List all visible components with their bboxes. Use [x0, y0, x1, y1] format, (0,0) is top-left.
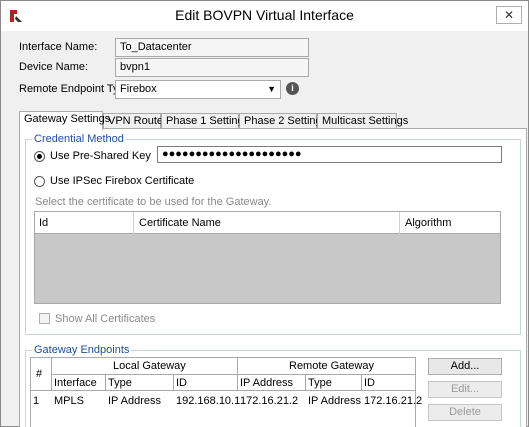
row-remote-id: 172.16.21.2	[364, 395, 423, 407]
delete-endpoint-button[interactable]: Delete	[428, 404, 502, 421]
column-remote-type[interactable]: Type	[308, 377, 332, 389]
chevron-down-icon: ▼	[267, 84, 276, 94]
gateway-endpoints-group: Gateway Endpoints # Local Gateway Remote…	[25, 344, 521, 427]
credential-method-group: Credential Method Use Pre-Shared Key ●●●…	[25, 133, 521, 335]
column-divider	[237, 358, 238, 390]
add-endpoint-button[interactable]: Add...	[428, 358, 502, 375]
close-button[interactable]: ✕	[496, 6, 522, 24]
column-number[interactable]: #	[36, 368, 42, 380]
row-number: 1	[33, 395, 40, 407]
interface-name-field[interactable]: To_Datacenter	[115, 38, 309, 57]
local-gateway-header: Local Gateway	[113, 360, 186, 372]
gateway-endpoints-table[interactable]: # Local Gateway Remote Gateway Interface…	[30, 357, 422, 427]
certificate-table[interactable]: Id Certificate Name Algorithm	[34, 211, 501, 304]
column-divider	[173, 374, 174, 390]
remote-endpoint-type-select[interactable]: Firebox ▼	[115, 80, 281, 99]
certificate-table-header: Id Certificate Name Algorithm	[35, 212, 500, 234]
use-cert-label[interactable]: Use IPSec Firebox Certificate	[50, 175, 194, 187]
show-all-certificates-checkbox[interactable]	[39, 313, 50, 324]
column-local-id[interactable]: ID	[176, 377, 187, 389]
column-certificate-name[interactable]: Certificate Name	[139, 217, 221, 229]
use-cert-radio[interactable]	[34, 176, 45, 187]
close-icon: ✕	[503, 8, 515, 22]
remote-gateway-header: Remote Gateway	[289, 360, 374, 372]
cert-hint-text: Select the certificate to be used for th…	[35, 196, 272, 208]
row-local-type: IP Address	[108, 395, 161, 407]
row-remote-type: IP Address	[308, 395, 361, 407]
gateway-endpoints-title: Gateway Endpoints	[32, 344, 132, 356]
edit-bovpn-dialog: Edit BOVPN Virtual Interface ✕ Interface…	[0, 0, 529, 427]
column-divider	[133, 212, 134, 234]
credential-method-title: Credential Method	[32, 133, 126, 145]
column-divider	[305, 374, 306, 390]
column-divider	[361, 374, 362, 390]
tab-multicast-settings[interactable]: Multicast Settings	[317, 113, 408, 129]
column-remote-ip-address[interactable]: IP Address	[240, 377, 293, 389]
window-title: Edit BOVPN Virtual Interface	[175, 7, 354, 23]
column-algorithm[interactable]: Algorithm	[405, 217, 451, 229]
use-psk-label[interactable]: Use Pre-Shared Key	[50, 150, 151, 162]
interface-name-label: Interface Name:	[19, 41, 98, 53]
tab-gateway-settings[interactable]: Gateway Settings	[19, 111, 110, 130]
pre-shared-key-input[interactable]: ●●●●●●●●●●●●●●●●●●●●●	[157, 146, 502, 163]
edit-endpoint-button[interactable]: Edit...	[428, 381, 502, 398]
header-divider	[31, 390, 416, 391]
tab-phase1-settings[interactable]: Phase 1 Settings	[161, 113, 249, 129]
device-name-field[interactable]: bvpn1	[115, 58, 309, 77]
column-divider	[51, 358, 52, 390]
tab-phase2-settings[interactable]: Phase 2 Settings	[239, 113, 327, 129]
column-local-type[interactable]: Type	[108, 377, 132, 389]
row-remote-ip-address: 172.16.21.2	[240, 395, 299, 407]
column-local-interface[interactable]: Interface	[54, 377, 97, 389]
show-all-certificates-label: Show All Certificates	[55, 313, 156, 325]
device-name-label: Device Name:	[19, 61, 89, 73]
tab-vpn-routes[interactable]: VPN Routes	[103, 113, 169, 129]
row-local-id: 192.168.10.1	[176, 395, 241, 407]
use-psk-radio[interactable]	[34, 151, 45, 162]
column-remote-id[interactable]: ID	[364, 377, 375, 389]
column-id[interactable]: Id	[39, 217, 48, 229]
column-divider	[399, 212, 400, 234]
row-local-interface: MPLS	[54, 395, 84, 407]
column-divider	[105, 374, 106, 390]
gateway-settings-panel: Credential Method Use Pre-Shared Key ●●●…	[19, 128, 527, 427]
remote-endpoint-type-value: Firebox	[120, 83, 157, 95]
title-bar: Edit BOVPN Virtual Interface ✕	[1, 1, 528, 31]
info-icon[interactable]: i	[286, 82, 299, 95]
